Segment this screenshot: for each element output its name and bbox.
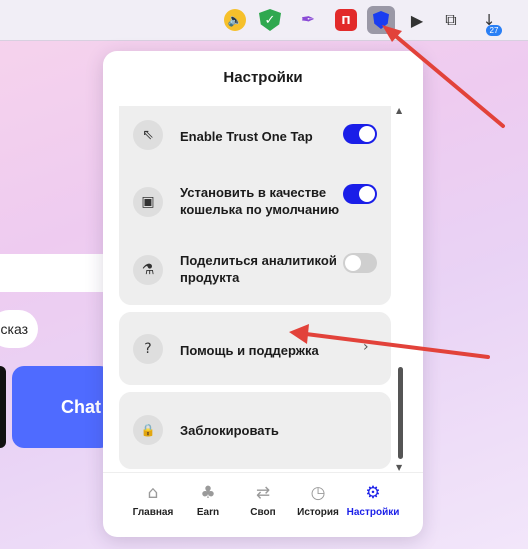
setting-default-wallet[interactable]: ▣ Установить в качестве кошелька по умол… bbox=[119, 184, 391, 220]
toggle-knob bbox=[359, 126, 375, 142]
microscope-icon: ⚗ bbox=[133, 255, 163, 285]
toggle-knob bbox=[359, 186, 375, 202]
lock-label: Заблокировать bbox=[180, 423, 279, 438]
lock-icon: 🔒 bbox=[133, 415, 163, 445]
toggle-knob bbox=[345, 255, 361, 271]
background-dark-card[interactable] bbox=[0, 366, 6, 448]
popup-title: Настройки bbox=[223, 69, 303, 86]
scroll-down-arrow-icon[interactable]: ▼ bbox=[396, 463, 404, 472]
background-search-field[interactable] bbox=[0, 254, 103, 292]
speaker-icon[interactable]: 🔈 bbox=[224, 9, 246, 31]
trust-shield-icon bbox=[373, 11, 389, 29]
help-support-item[interactable]: ? Помощь и поддержка › bbox=[119, 312, 391, 385]
shield-check-icon[interactable]: ✓ bbox=[259, 9, 281, 31]
browser-toolbar: 🔈 ✓ ✒ П ▶ ⧉ ↓ 27 bbox=[0, 0, 528, 41]
download-count-badge: 27 bbox=[486, 25, 502, 36]
setting-label: Enable Trust One Tap bbox=[180, 129, 313, 144]
bottom-navigation: ⌂ Главная ♣ Earn ⇄ Своп ◷ История ⚙ Наст… bbox=[103, 472, 423, 537]
play-circle-icon[interactable]: ▶ bbox=[406, 9, 428, 31]
nav-label: Настройки bbox=[346, 507, 400, 518]
background-chip[interactable]: сказ bbox=[0, 310, 38, 348]
red-extension-icon[interactable]: П bbox=[335, 9, 357, 31]
swap-icon: ⇄ bbox=[255, 483, 271, 503]
sprout-icon: ♣ bbox=[200, 483, 216, 503]
pointer-click-icon: ⇖ bbox=[133, 120, 163, 150]
settings-toggles-card: ⇖ Enable Trust One Tap ▣ Установить в ка… bbox=[119, 106, 391, 305]
background-chat-card[interactable]: Chat bbox=[12, 366, 112, 448]
setting-label: Поделиться аналитикой продукта bbox=[180, 253, 337, 285]
help-support-label: Помощь и поддержка bbox=[180, 343, 319, 358]
nav-settings[interactable]: ⚙ Настройки bbox=[341, 483, 405, 518]
scroll-up-arrow-icon[interactable]: ▲ bbox=[396, 106, 404, 115]
question-icon: ? bbox=[133, 334, 163, 364]
setting-share-analytics[interactable]: ⚗ Поделиться аналитикой продукта bbox=[119, 252, 391, 288]
wallet-icon: ▣ bbox=[133, 187, 163, 217]
home-icon: ⌂ bbox=[147, 483, 159, 503]
trust-wallet-icon[interactable] bbox=[367, 6, 395, 34]
chevron-right-icon: › bbox=[363, 339, 369, 355]
lock-item[interactable]: 🔒 Заблокировать bbox=[119, 392, 391, 469]
share-analytics-toggle[interactable] bbox=[343, 253, 377, 273]
setting-trust-one-tap[interactable]: ⇖ Enable Trust One Tap bbox=[119, 118, 391, 152]
extensions-icon[interactable]: ⧉ bbox=[440, 9, 462, 31]
trust-one-tap-toggle[interactable] bbox=[343, 124, 377, 144]
setting-label: Установить в качестве кошелька по умолча… bbox=[180, 185, 340, 217]
default-wallet-toggle[interactable] bbox=[343, 184, 377, 204]
scrollbar-thumb[interactable] bbox=[398, 367, 403, 459]
feather-icon[interactable]: ✒ bbox=[297, 9, 319, 31]
history-icon: ◷ bbox=[310, 483, 326, 503]
gear-icon: ⚙ bbox=[365, 483, 381, 503]
settings-popup: Настройки ⇖ Enable Trust One Tap ▣ Устан… bbox=[103, 51, 423, 537]
